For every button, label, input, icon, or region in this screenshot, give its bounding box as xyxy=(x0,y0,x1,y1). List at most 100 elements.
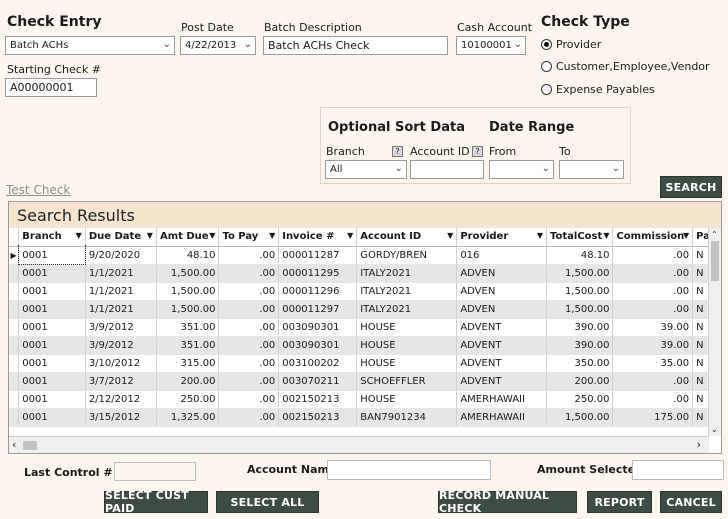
table-cell[interactable]: .00 xyxy=(218,372,280,391)
table-cell[interactable]: ADVENT xyxy=(456,372,547,391)
table-cell[interactable]: 000011295 xyxy=(278,264,358,283)
table-row[interactable]: ▶ 0001 9/20/2020 48.10.00 000011287 GORDY/BRE… xyxy=(9,245,721,265)
table-cell[interactable]: 39.00 xyxy=(612,336,694,355)
table-cell[interactable]: 1,500.00 xyxy=(546,282,614,301)
table-cell[interactable]: 1,500.00 xyxy=(156,300,220,319)
account-name-input[interactable] xyxy=(327,460,491,480)
column-header[interactable]: TotalCost ▼ xyxy=(546,228,614,247)
table-cell[interactable]: .00 xyxy=(218,318,280,337)
table-cell[interactable]: .00 xyxy=(218,336,280,355)
row-selector[interactable] xyxy=(9,300,20,319)
table-cell[interactable]: 200.00 xyxy=(156,372,220,391)
column-header[interactable]: To Pay ▼ xyxy=(218,228,280,247)
table-cell[interactable]: 48.10 xyxy=(156,246,220,265)
table-row[interactable]: 0001 1/1/2021 1,500.00.00 000011295 ITALY202… xyxy=(9,264,721,283)
table-cell[interactable]: .00 xyxy=(612,390,694,409)
row-selector[interactable] xyxy=(9,264,20,283)
table-cell[interactable]: 1,500.00 xyxy=(546,300,614,319)
table-row[interactable]: 0001 3/15/2012 1,325.00.00 002150213 BAN7901… xyxy=(9,408,721,427)
table-cell[interactable]: 0001 xyxy=(18,354,86,373)
table-cell[interactable]: 250.00 xyxy=(156,390,220,409)
table-cell[interactable]: 3/15/2012 xyxy=(85,408,157,427)
post-date-picker[interactable]: 4/22/2013 ⌄ xyxy=(180,36,256,55)
table-cell[interactable]: 0001 xyxy=(18,282,86,301)
table-cell[interactable]: HOUSE xyxy=(356,390,458,409)
table-row[interactable]: 0001 3/7/2012 200.00.00 003070211 SCHOEFFLER… xyxy=(9,372,721,391)
table-cell[interactable]: 390.00 xyxy=(546,318,614,337)
row-selector[interactable] xyxy=(9,354,20,373)
amount-selected-input[interactable] xyxy=(632,460,724,480)
row-selector[interactable] xyxy=(9,390,20,409)
row-selector[interactable] xyxy=(9,372,20,391)
table-cell[interactable]: 0001 xyxy=(18,300,86,319)
table-cell[interactable]: 0001 xyxy=(18,264,86,283)
table-cell[interactable]: 315.00 xyxy=(156,354,220,373)
table-cell[interactable]: HOUSE xyxy=(356,354,458,373)
table-cell[interactable]: ADVEN xyxy=(456,264,547,283)
table-cell[interactable]: ITALY2021 xyxy=(356,264,458,283)
table-cell[interactable]: 1,500.00 xyxy=(546,408,614,427)
cash-account-select[interactable]: 10100001 ⌄ xyxy=(456,36,526,55)
table-cell[interactable]: GORDY/BREN xyxy=(356,246,458,265)
table-row[interactable]: 0001 1/1/2021 1,500.00.00 000011297 ITALY202… xyxy=(9,300,721,319)
table-cell[interactable]: 1/1/2021 xyxy=(85,282,157,301)
table-cell[interactable]: 0001 xyxy=(18,390,86,409)
table-cell[interactable]: 002150213 xyxy=(278,408,358,427)
table-cell[interactable]: .00 xyxy=(218,300,280,319)
table-cell[interactable]: ITALY2021 xyxy=(356,282,458,301)
branch-help-button[interactable]: ? xyxy=(392,146,403,157)
table-cell[interactable]: 003090301 xyxy=(278,336,358,355)
table-cell[interactable]: 250.00 xyxy=(546,390,614,409)
scroll-thumb[interactable] xyxy=(711,241,719,281)
table-cell[interactable]: 1,325.00 xyxy=(156,408,220,427)
table-cell[interactable]: .00 xyxy=(218,246,280,265)
table-cell[interactable]: 0001 xyxy=(18,372,86,391)
table-cell[interactable]: 1,500.00 xyxy=(156,282,220,301)
table-cell[interactable]: 000011296 xyxy=(278,282,358,301)
table-row[interactable]: 0001 3/10/2012 315.00.00 003100202 HOUSE ADVE… xyxy=(9,354,721,373)
table-cell[interactable]: 1,500.00 xyxy=(156,264,220,283)
batch-description-input[interactable]: Batch ACHs Check xyxy=(263,36,448,55)
table-cell[interactable]: 350.00 xyxy=(546,354,614,373)
table-cell[interactable]: ADVEN xyxy=(456,300,547,319)
table-cell[interactable]: .00 xyxy=(612,282,694,301)
table-row[interactable]: 0001 3/9/2012 351.00.00 003090301 HOUSE ADVEN… xyxy=(9,318,721,337)
date-from-picker[interactable]: ⌄ xyxy=(489,160,554,179)
table-cell[interactable]: ITALY2021 xyxy=(356,300,458,319)
row-selector[interactable] xyxy=(9,282,20,301)
report-button[interactable]: REPORT xyxy=(587,491,652,513)
table-cell[interactable]: ADVENT xyxy=(456,318,547,337)
check-entry-select[interactable]: Batch ACHs ⌄ xyxy=(5,36,175,55)
table-cell[interactable]: 003090301 xyxy=(278,318,358,337)
table-cell[interactable]: ADVENT xyxy=(456,336,547,355)
table-cell[interactable]: 3/7/2012 xyxy=(85,372,157,391)
table-cell[interactable]: 3/10/2012 xyxy=(85,354,157,373)
table-cell[interactable]: AMERHAWAII xyxy=(456,390,547,409)
vertical-scrollbar[interactable]: ⌃ ⌄ xyxy=(708,228,721,436)
account-id-input[interactable] xyxy=(410,160,484,179)
scroll-right-icon[interactable]: › xyxy=(697,438,701,451)
date-to-picker[interactable]: ⌄ xyxy=(559,160,624,179)
scroll-up-icon[interactable]: ⌃ xyxy=(711,230,718,239)
table-row[interactable]: 0001 1/1/2021 1,500.00.00 000011296 ITALY202… xyxy=(9,282,721,301)
table-cell[interactable]: 3/9/2012 xyxy=(85,318,157,337)
table-cell[interactable]: 2/12/2012 xyxy=(85,390,157,409)
table-cell[interactable]: 175.00 xyxy=(612,408,694,427)
table-cell[interactable]: .00 xyxy=(218,408,280,427)
row-selector[interactable] xyxy=(9,336,20,355)
table-cell[interactable]: 9/20/2020 xyxy=(85,246,157,265)
table-cell[interactable]: .00 xyxy=(612,372,694,391)
table-cell[interactable]: HOUSE xyxy=(356,318,458,337)
table-cell[interactable]: 1/1/2021 xyxy=(85,300,157,319)
table-cell[interactable]: AMERHAWAII xyxy=(456,408,547,427)
starting-check-input[interactable]: A00000001 xyxy=(5,78,97,97)
table-cell[interactable]: BAN7901234 xyxy=(356,408,458,427)
table-cell[interactable]: SCHOEFFLER xyxy=(356,372,458,391)
row-selector[interactable] xyxy=(9,318,20,337)
table-cell[interactable]: 351.00 xyxy=(156,318,220,337)
column-header[interactable]: Commission ▼ xyxy=(612,228,694,247)
table-cell[interactable]: 0001 xyxy=(18,318,86,337)
table-cell[interactable]: 000011287 xyxy=(278,246,358,265)
table-cell[interactable]: 003100202 xyxy=(278,354,358,373)
column-header[interactable]: Account ID ▼ xyxy=(356,228,458,247)
